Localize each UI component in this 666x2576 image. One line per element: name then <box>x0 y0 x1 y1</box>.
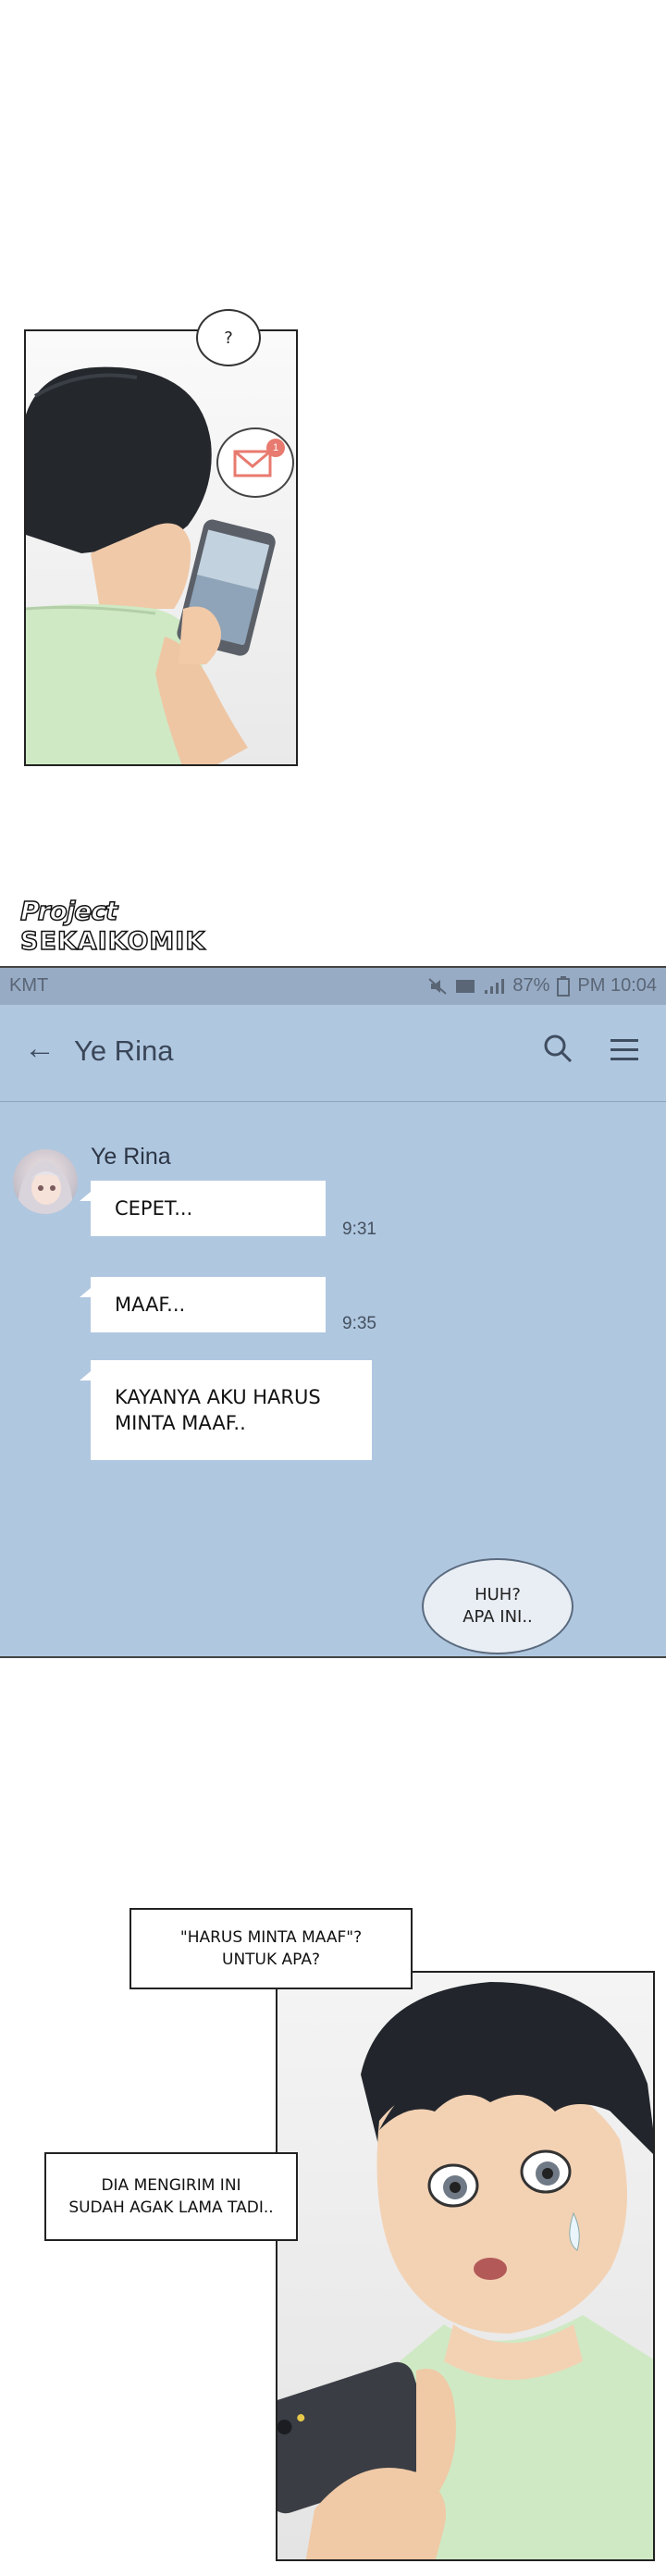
lte-icon <box>456 979 475 993</box>
sender-name: Ye Rina <box>91 1144 171 1170</box>
mail-notification-bubble <box>216 427 294 498</box>
status-clock: PM 10:04 <box>577 975 657 996</box>
caption-line: SUDAH AGAK LAMA TADI.. <box>68 2198 274 2217</box>
message-bubble[interactable]: CEPET... <box>80 1181 326 1236</box>
question-thought-bubble: ? <box>196 309 261 366</box>
caption-line: DIA MENGIRIM INI <box>101 2176 241 2195</box>
caption-line: UNTUK APA? <box>222 1951 320 1969</box>
message-bubble[interactable]: MAAF... <box>80 1277 326 1332</box>
caption-box-left: DIA MENGIRIM INI SUDAH AGAK LAMA TADI.. <box>44 2152 298 2241</box>
question-mark: ? <box>224 328 233 348</box>
caption-box-top: "HARUS MINTA MAAF"? UNTUK APA? <box>130 1908 413 1989</box>
sender-avatar[interactable] <box>13 1149 78 1214</box>
message-time: 9:35 <box>342 1314 376 1333</box>
panel-boy-holding-phone <box>24 329 298 766</box>
boy-surprised-illustration <box>278 1982 653 2559</box>
battery-percent: 87% <box>512 975 550 996</box>
mail-count-badge: 1 <box>266 439 285 457</box>
panel-boy-surprised <box>276 1971 655 2561</box>
signal-icon <box>485 978 505 994</box>
reply-speech-bubble: HUH? APA INI.. <box>422 1558 574 1654</box>
mail-icon <box>233 450 272 477</box>
message-time: 9:31 <box>342 1220 376 1239</box>
back-arrow-icon[interactable]: ← <box>24 1031 56 1067</box>
battery-icon <box>557 975 571 997</box>
reply-line-2: APA INI.. <box>462 1607 533 1627</box>
message-bubble[interactable]: KAYANYA AKU HARUS MINTA MAAF.. <box>80 1360 372 1460</box>
reply-line-1: HUH? <box>475 1585 521 1604</box>
boy-illustration <box>26 366 276 764</box>
avatar-portrait <box>18 1160 73 1214</box>
chat-title: Ye Rina <box>74 1034 174 1067</box>
caption-line: "HARUS MINTA MAAF"? <box>179 1928 363 1947</box>
status-icons: 87% PM 10:04 <box>427 975 657 997</box>
search-icon[interactable] <box>542 1033 574 1064</box>
message-text: MAAF... <box>115 1294 186 1316</box>
message-text: CEPET... <box>115 1197 193 1220</box>
message-text: KAYANYA AKU HARUS MINTA MAAF.. <box>115 1386 321 1434</box>
phone-chat-screen: KMT 87% PM 10:04 ← Ye Rina Ye Rina CEPET… <box>0 966 666 1658</box>
menu-icon[interactable] <box>609 1036 640 1064</box>
mute-icon <box>428 977 448 995</box>
watermark-sekaikomik: SEKAIKOMIK <box>19 926 206 957</box>
watermark-project: Project <box>19 895 118 927</box>
carrier-label: KMT <box>9 975 49 996</box>
chat-app-bar: ← Ye Rina <box>0 1005 666 1102</box>
status-bar: KMT 87% PM 10:04 <box>0 968 666 1005</box>
